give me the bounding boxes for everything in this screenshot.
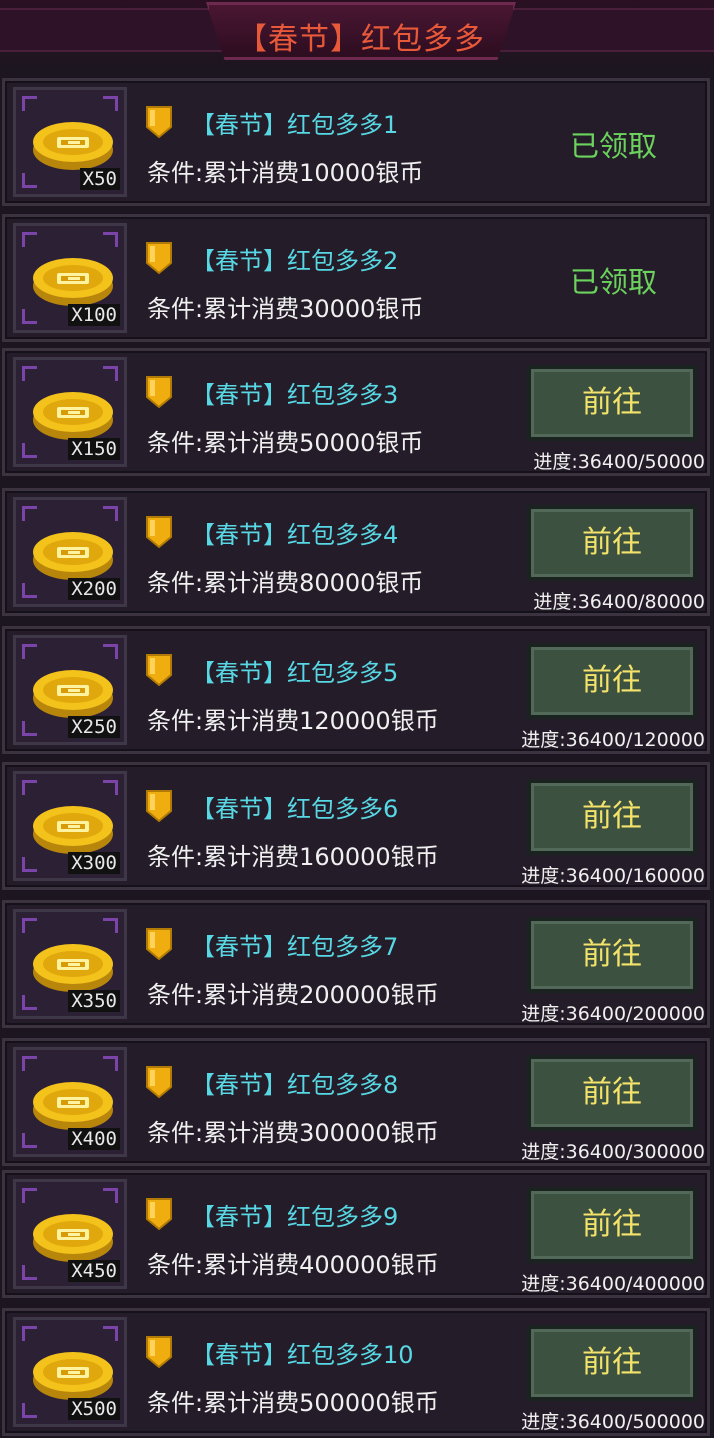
go-button[interactable]: 前往 [527, 1187, 697, 1263]
reward-quantity: X350 [68, 990, 120, 1012]
reward-quantity: X100 [68, 304, 120, 326]
reward-icon-frame: X350 [13, 909, 127, 1019]
reward-quantity: X450 [68, 1260, 120, 1282]
go-button[interactable]: 前往 [527, 365, 697, 441]
gold-coin-icon [33, 944, 113, 992]
reward-icon-frame: X450 [13, 1179, 127, 1289]
go-button[interactable]: 前往 [527, 917, 697, 993]
reward-icon-frame: X200 [13, 497, 127, 607]
claimed-status: 已领取 [569, 129, 657, 163]
reward-quantity: X400 [68, 1128, 120, 1150]
progress-text: 进度:36400/50000 [533, 451, 705, 473]
shield-icon [146, 790, 172, 823]
gold-coin-icon [33, 258, 113, 306]
reward-name: 【春节】红包多多1 [191, 111, 399, 139]
reward-icon-frame: X300 [13, 771, 127, 881]
gold-coin-icon [33, 806, 113, 854]
reward-row: X250 【春节】红包多多5 条件:累计消费120000银币 前往 进度:364… [2, 626, 710, 754]
go-button[interactable]: 前往 [527, 779, 697, 855]
reward-row: X200 【春节】红包多多4 条件:累计消费80000银币 前往 进度:3640… [2, 488, 710, 616]
reward-condition: 条件:累计消费200000银币 [147, 981, 439, 1009]
reward-icon-frame: X100 [13, 223, 127, 333]
reward-row: X100 【春节】红包多多2 条件:累计消费30000银币 已领取 [2, 214, 710, 342]
reward-name: 【春节】红包多多3 [191, 381, 399, 409]
reward-name: 【春节】红包多多9 [191, 1203, 399, 1231]
reward-icon-frame: X400 [13, 1047, 127, 1157]
reward-name: 【春节】红包多多5 [191, 659, 399, 687]
reward-quantity: X150 [68, 438, 120, 460]
reward-name: 【春节】红包多多6 [191, 795, 399, 823]
go-button[interactable]: 前往 [527, 643, 697, 719]
page-title: 【春节】红包多多 [237, 22, 485, 57]
progress-text: 进度:36400/80000 [533, 591, 705, 613]
progress-text: 进度:36400/500000 [521, 1411, 705, 1433]
go-button[interactable]: 前往 [527, 1325, 697, 1401]
reward-quantity: X500 [68, 1398, 120, 1420]
reward-row: X50 【春节】红包多多1 条件:累计消费10000银币 已领取 [2, 78, 710, 206]
shield-icon [146, 106, 172, 139]
progress-text: 进度:36400/400000 [521, 1273, 705, 1295]
shield-icon [146, 242, 172, 275]
gold-coin-icon [33, 392, 113, 440]
shield-icon [146, 376, 172, 409]
reward-name: 【春节】红包多多10 [191, 1341, 414, 1369]
header: 【春节】红包多多 [0, 0, 714, 72]
shield-icon [146, 1066, 172, 1099]
shield-icon [146, 516, 172, 549]
reward-row: X350 【春节】红包多多7 条件:累计消费200000银币 前往 进度:364… [2, 900, 710, 1028]
reward-icon-frame: X50 [13, 87, 127, 197]
reward-condition: 条件:累计消费500000银币 [147, 1389, 439, 1417]
reward-row: X150 【春节】红包多多3 条件:累计消费50000银币 前往 进度:3640… [2, 348, 710, 476]
reward-condition: 条件:累计消费300000银币 [147, 1119, 439, 1147]
reward-quantity: X250 [68, 716, 120, 738]
shield-icon [146, 654, 172, 687]
progress-text: 进度:36400/200000 [521, 1003, 705, 1025]
shield-icon [146, 928, 172, 961]
reward-condition: 条件:累计消费30000银币 [147, 295, 424, 323]
go-button[interactable]: 前往 [527, 505, 697, 581]
reward-quantity: X200 [68, 578, 120, 600]
progress-text: 进度:36400/300000 [521, 1141, 705, 1163]
shield-icon [146, 1336, 172, 1369]
reward-icon-frame: X250 [13, 635, 127, 745]
reward-row: X500 【春节】红包多多10 条件:累计消费500000银币 前往 进度:36… [2, 1308, 710, 1436]
gold-coin-icon [33, 1214, 113, 1262]
reward-name: 【春节】红包多多4 [191, 521, 399, 549]
reward-icon-frame: X150 [13, 357, 127, 467]
reward-condition: 条件:累计消费80000银币 [147, 569, 424, 597]
reward-condition: 条件:累计消费10000银币 [147, 159, 424, 187]
reward-quantity: X50 [79, 168, 120, 190]
reward-name: 【春节】红包多多7 [191, 933, 399, 961]
reward-condition: 条件:累计消费160000银币 [147, 843, 439, 871]
progress-text: 进度:36400/160000 [521, 865, 705, 887]
claimed-status: 已领取 [569, 265, 657, 299]
gold-coin-icon [33, 532, 113, 580]
go-button[interactable]: 前往 [527, 1055, 697, 1131]
reward-name: 【春节】红包多多2 [191, 247, 399, 275]
gold-coin-icon [33, 670, 113, 718]
red-packet-activity-panel: 【春节】红包多多 X50 【春节】红包多多1 条件:累计消费10000银币 已领… [0, 0, 714, 1438]
shield-icon [146, 1198, 172, 1231]
gold-coin-icon [33, 1352, 113, 1400]
reward-condition: 条件:累计消费400000银币 [147, 1251, 439, 1279]
gold-coin-icon [33, 122, 113, 170]
reward-icon-frame: X500 [13, 1317, 127, 1427]
reward-row: X450 【春节】红包多多9 条件:累计消费400000银币 前往 进度:364… [2, 1170, 710, 1298]
reward-condition: 条件:累计消费50000银币 [147, 429, 424, 457]
reward-quantity: X300 [68, 852, 120, 874]
progress-text: 进度:36400/120000 [521, 729, 705, 751]
reward-name: 【春节】红包多多8 [191, 1071, 399, 1099]
reward-row: X400 【春节】红包多多8 条件:累计消费300000银币 前往 进度:364… [2, 1038, 710, 1166]
reward-row: X300 【春节】红包多多6 条件:累计消费160000银币 前往 进度:364… [2, 762, 710, 890]
reward-condition: 条件:累计消费120000银币 [147, 707, 439, 735]
gold-coin-icon [33, 1082, 113, 1130]
